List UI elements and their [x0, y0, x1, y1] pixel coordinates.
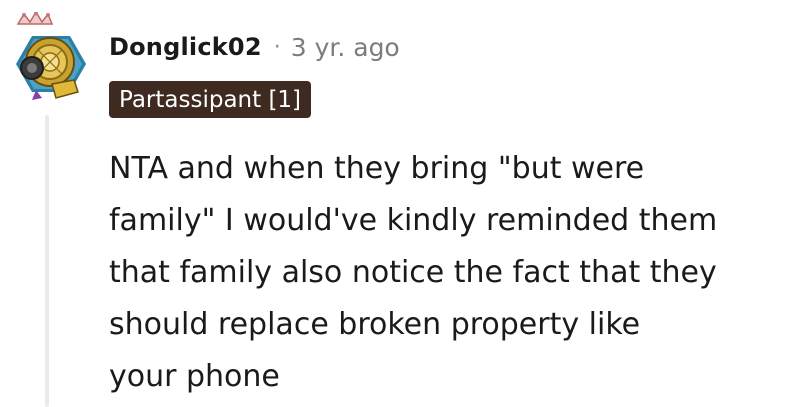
comment-line: your phone	[109, 359, 280, 394]
comment-line: that family also notice the fact that th…	[109, 255, 717, 290]
timestamp[interactable]: 3 yr. ago	[291, 33, 400, 62]
username-link[interactable]: Donglick02	[109, 33, 262, 61]
crowned-medallion-icon	[16, 10, 86, 100]
comment: Donglick02 · 3 yr. ago Partassipant [1] …	[0, 0, 804, 407]
comment-line: NTA and when they bring "but were	[109, 151, 645, 186]
thread-line[interactable]	[45, 115, 49, 407]
comment-line: family" I would've kindly reminded them	[109, 203, 718, 238]
user-flair: Partassipant [1]	[109, 81, 312, 118]
separator-dot: ·	[273, 34, 281, 60]
comment-meta: Donglick02 · 3 yr. ago	[109, 27, 400, 67]
comment-line: should replace broken property like	[109, 307, 641, 342]
user-avatar[interactable]	[12, 10, 90, 102]
comment-body: NTA and when they bring "but were family…	[109, 143, 789, 403]
